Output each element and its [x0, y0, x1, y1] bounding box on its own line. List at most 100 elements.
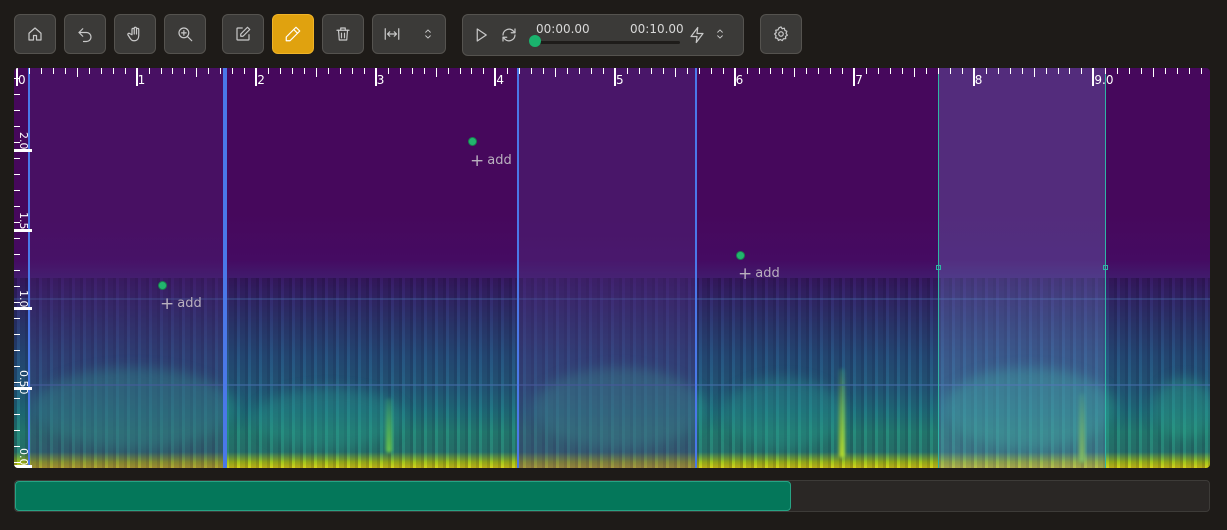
lightning-icon[interactable]	[688, 26, 706, 44]
y-tick-label: 1.5	[17, 212, 30, 230]
y-minor-tick	[14, 126, 20, 127]
annotation-point[interactable]	[158, 281, 167, 290]
y-minor-tick	[14, 382, 20, 383]
draw-button[interactable]	[272, 14, 314, 54]
x-minor-tick	[351, 68, 353, 74]
y-minor-tick	[14, 366, 20, 367]
y-minor-tick	[14, 446, 20, 447]
energy-blob	[724, 378, 844, 448]
x-minor-tick	[1165, 68, 1167, 74]
x-tick-label: 6	[735, 73, 744, 87]
home-button[interactable]	[14, 14, 56, 54]
x-minor-tick	[316, 68, 317, 77]
x-minor-tick	[40, 68, 42, 74]
region-boundary[interactable]	[225, 68, 227, 468]
x-minor-tick	[722, 68, 724, 74]
x-minor-tick	[232, 68, 234, 74]
chevron-updown-icon[interactable]	[421, 27, 435, 41]
x-minor-tick	[1129, 68, 1131, 74]
x-minor-tick	[842, 68, 844, 74]
hand-icon	[127, 26, 140, 42]
x-minor-tick	[1057, 68, 1059, 74]
delete-button[interactable]	[322, 14, 364, 54]
seek-track[interactable]	[535, 41, 680, 44]
pan-button[interactable]	[114, 14, 156, 54]
x-minor-tick	[64, 68, 66, 74]
edit-button[interactable]	[222, 14, 264, 54]
add-annotation-label[interactable]: + add	[738, 263, 780, 284]
x-minor-tick	[447, 68, 449, 74]
y-minor-tick	[14, 398, 20, 399]
fit-width-button[interactable]	[372, 14, 446, 54]
zoom-button[interactable]	[164, 14, 206, 54]
region-handle-right[interactable]	[1103, 265, 1108, 270]
y-minor-tick	[14, 94, 20, 95]
undo-button[interactable]	[64, 14, 106, 54]
x-minor-tick	[519, 68, 521, 74]
x-minor-tick	[746, 68, 748, 74]
x-minor-tick	[76, 68, 78, 77]
spectrogram-canvas[interactable]: 0 1 2 3 4 5 6 7 8 9.0 2.0 1.5 1.0 0.50 0.0 + add + add …	[14, 68, 1210, 468]
y-minor-tick	[14, 430, 20, 431]
region-handle-left[interactable]	[936, 265, 941, 270]
scrollbar-thumb[interactable]	[15, 481, 792, 511]
gear-icon	[774, 26, 788, 42]
annotation-region[interactable]	[28, 68, 225, 468]
x-tick-label: 7	[855, 73, 863, 87]
add-annotation-label[interactable]: + add	[470, 150, 512, 171]
x-minor-tick	[818, 68, 820, 74]
x-tick-label: 9.0	[1094, 73, 1114, 87]
plus-icon: +	[738, 263, 753, 284]
x-minor-tick	[579, 68, 581, 74]
x-minor-tick	[914, 68, 915, 77]
x-minor-tick	[1201, 68, 1203, 74]
settings-button[interactable]	[760, 14, 802, 54]
x-tick-label: 1	[137, 73, 146, 87]
annotation-point[interactable]	[468, 137, 477, 146]
y-minor-tick	[14, 302, 20, 303]
y-minor-tick	[14, 222, 20, 223]
x-minor-tick	[268, 68, 270, 74]
x-minor-tick	[52, 68, 54, 74]
selected-region[interactable]	[938, 68, 1106, 468]
x-tick-label: 3	[376, 73, 385, 87]
x-minor-tick	[435, 68, 437, 77]
x-minor-tick	[1081, 68, 1083, 74]
loop-icon[interactable]	[500, 26, 518, 44]
x-minor-tick	[339, 68, 341, 74]
pencil-icon	[285, 26, 301, 42]
chevron-updown-icon[interactable]	[713, 27, 727, 41]
energy-streak	[386, 398, 392, 453]
x-minor-tick	[292, 68, 294, 74]
energy-blob	[1154, 378, 1210, 438]
horizontal-scrollbar[interactable]	[14, 480, 1210, 512]
x-minor-tick	[112, 68, 114, 74]
x-minor-tick	[1069, 68, 1071, 74]
y-minor-tick	[14, 462, 20, 463]
seek-thumb[interactable]	[529, 35, 541, 47]
y-minor-tick	[14, 334, 20, 335]
x-minor-tick	[423, 68, 425, 74]
add-annotation-label[interactable]: + add	[160, 295, 202, 312]
annotation-point[interactable]	[736, 251, 745, 260]
x-minor-tick	[626, 68, 628, 74]
x-minor-tick	[1141, 68, 1143, 74]
x-minor-tick	[603, 68, 605, 74]
duration-time: 00:10.00	[630, 22, 684, 36]
play-icon[interactable]	[472, 26, 490, 44]
x-minor-tick	[531, 68, 533, 74]
plus-icon: +	[470, 150, 485, 171]
y-minor-tick	[14, 270, 20, 271]
x-minor-tick	[1009, 68, 1011, 74]
x-minor-tick	[1105, 68, 1107, 74]
x-minor-tick	[591, 68, 593, 74]
current-time: 00:00.00	[536, 22, 590, 36]
energy-blob	[254, 388, 404, 448]
x-minor-tick	[196, 68, 198, 77]
annotation-region[interactable]	[517, 68, 697, 468]
x-minor-tick	[1177, 68, 1179, 74]
undo-icon	[78, 28, 92, 43]
edit-icon	[236, 26, 251, 41]
x-minor-tick	[160, 68, 162, 74]
x-minor-tick	[304, 68, 306, 74]
